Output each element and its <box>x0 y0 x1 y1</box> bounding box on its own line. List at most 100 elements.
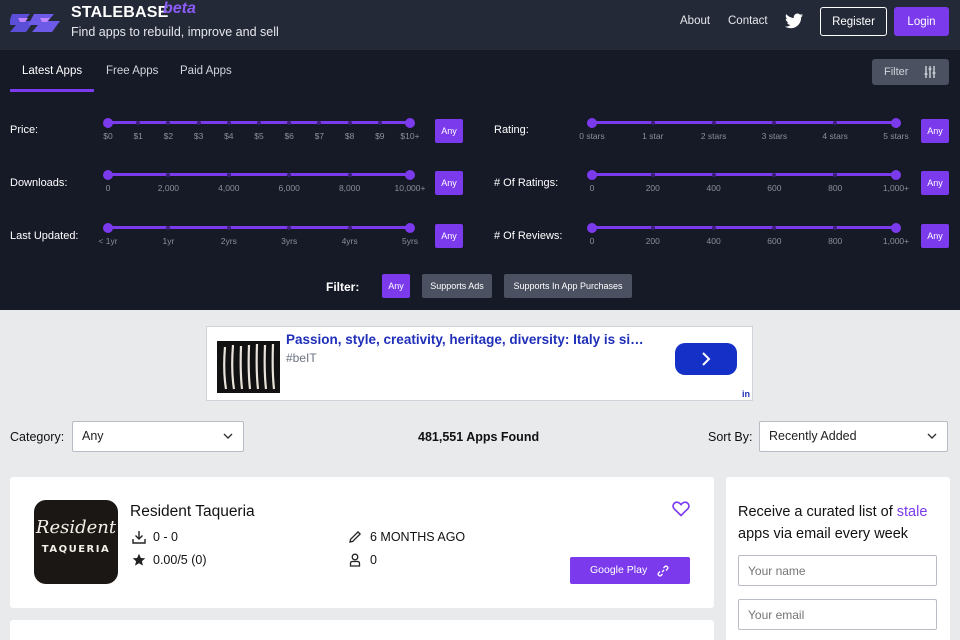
tab-paid-apps[interactable]: Paid Apps <box>180 65 232 92</box>
rating-min-handle[interactable] <box>587 117 597 128</box>
slider-tick-label: 600 <box>767 236 782 246</box>
updated-value: 6 MONTHS AGO <box>370 530 466 544</box>
slider-step-dot <box>833 172 838 177</box>
app-card-next[interactable] <box>10 620 714 640</box>
slider-tick-label: < 1yr <box>98 236 118 246</box>
newsletter-text-end: apps via email every week <box>738 526 909 542</box>
num-reviews-slider-track[interactable] <box>592 226 896 229</box>
app-card[interactable]: Resident TAQUERIA Resident Taqueria 0 - … <box>10 477 714 608</box>
num-reviews-min-handle[interactable] <box>587 222 597 233</box>
slider-tick-label: 4yrs <box>341 236 358 246</box>
email-input[interactable] <box>738 599 937 630</box>
sort-select[interactable]: Recently Added <box>759 421 948 452</box>
slider-tick-label: 4,000 <box>218 183 240 193</box>
price-any-button[interactable]: Any <box>435 119 463 143</box>
app-logo[interactable]: Resident TAQUERIA <box>34 500 118 584</box>
filter-chip-any[interactable]: Any <box>382 274 410 298</box>
downloads-slider-track[interactable] <box>108 173 410 176</box>
slider-tick-label: 200 <box>645 183 660 193</box>
ad-banner[interactable]: Passion, style, creativity, heritage, di… <box>206 326 753 401</box>
login-button[interactable]: Login <box>894 7 949 36</box>
slider-step-dot <box>347 120 352 125</box>
tab-latest-apps[interactable]: Latest Apps <box>10 65 95 92</box>
top-header: STALEBASE beta Find apps to rebuild, imp… <box>0 0 960 50</box>
slider-tick-label: 0 <box>105 183 111 193</box>
category-label: Category: <box>10 430 65 444</box>
slider-step-dot <box>347 225 352 230</box>
slider-tick-label: 800 <box>828 236 843 246</box>
slider-tick-label: 8,000 <box>338 183 361 193</box>
newsletter-panel: Receive a curated list of stale apps via… <box>726 477 950 640</box>
last-updated-max-handle[interactable] <box>405 222 415 233</box>
filter-toggle-button[interactable]: Filter <box>872 59 949 85</box>
nav-about[interactable]: About <box>680 15 710 27</box>
star-icon <box>132 553 146 566</box>
downloads-max-handle[interactable] <box>405 169 415 180</box>
filter-panel: Latest Apps Free Apps Paid Apps Filter P… <box>0 50 960 310</box>
developer-meta: 0 <box>348 553 448 569</box>
download-icon <box>132 531 146 544</box>
last-updated-label: Last Updated: <box>10 230 79 242</box>
developer-value: 0 <box>370 553 377 567</box>
user-icon <box>349 553 361 567</box>
slider-step-dot <box>377 120 382 125</box>
slider-step-dot <box>711 225 716 230</box>
slider-tick-label: 10,000+ <box>394 183 426 193</box>
slider-step-dot <box>226 225 231 230</box>
slider-step-dot <box>650 120 655 125</box>
last-updated-any-button[interactable]: Any <box>435 224 463 248</box>
num-reviews-max-handle[interactable] <box>891 222 901 233</box>
price-max-handle[interactable] <box>405 117 415 128</box>
num-ratings-slider-track[interactable] <box>592 173 896 176</box>
slider-step-dot <box>287 120 292 125</box>
ad-next-button[interactable] <box>675 343 737 375</box>
slider-step-dot <box>711 172 716 177</box>
app-name[interactable]: Resident Taqueria <box>130 503 255 521</box>
filter-chip-supports-ads[interactable]: Supports Ads <box>422 274 492 298</box>
rating-any-button[interactable]: Any <box>921 119 949 143</box>
slider-tick-label: 5 stars <box>883 131 909 141</box>
slider-step-dot <box>166 172 171 177</box>
tab-free-apps[interactable]: Free Apps <box>106 65 158 92</box>
num-ratings-any-button[interactable]: Any <box>921 171 949 195</box>
brand-name[interactable]: STALEBASE <box>71 4 169 22</box>
slider-tick-label: $10+ <box>400 131 420 141</box>
ad-image[interactable] <box>217 341 280 393</box>
slider-step-dot <box>772 225 777 230</box>
filter-button-label: Filter <box>884 66 909 78</box>
last-updated-min-handle[interactable] <box>103 222 113 233</box>
rating-value: 0.00/5 (0) <box>153 553 207 567</box>
slider-tick-label: 2,000 <box>157 183 180 193</box>
filter-chip-in-app-purchases[interactable]: Supports In App Purchases <box>504 274 632 298</box>
heart-icon[interactable] <box>672 501 690 517</box>
register-button[interactable]: Register <box>820 7 887 36</box>
last-updated-slider-track[interactable] <box>108 226 410 229</box>
ad-title[interactable]: Passion, style, creativity, heritage, di… <box>286 332 644 347</box>
rating-label: Rating: <box>494 124 529 136</box>
slider-tick-label: 1 star <box>642 131 664 141</box>
slider-step-dot <box>287 172 292 177</box>
price-min-handle[interactable] <box>103 117 113 128</box>
app-logo-word: TAQUERIA <box>41 544 111 555</box>
rating-slider-track[interactable] <box>592 121 896 124</box>
num-ratings-max-handle[interactable] <box>891 169 901 180</box>
nav-contact[interactable]: Contact <box>728 15 768 27</box>
twitter-icon[interactable] <box>785 13 803 29</box>
slider-tick-label: 1,000+ <box>882 183 910 193</box>
slider-tick-label: 0 stars <box>579 131 605 141</box>
category-select[interactable]: Any <box>72 421 244 452</box>
slider-tick-label: 1yr <box>162 236 175 246</box>
downloads-min-handle[interactable] <box>103 169 113 180</box>
slider-step-dot <box>833 225 838 230</box>
stalebase-logo-icon[interactable] <box>10 10 62 36</box>
slider-tick-label: 600 <box>767 183 782 193</box>
slider-tick-label: 6,000 <box>278 183 300 193</box>
downloads-any-button[interactable]: Any <box>435 171 463 195</box>
num-ratings-min-handle[interactable] <box>587 169 597 180</box>
slider-step-dot <box>226 172 231 177</box>
rating-max-handle[interactable] <box>891 117 901 128</box>
google-play-button[interactable]: Google Play <box>570 557 690 584</box>
name-input[interactable] <box>738 555 937 586</box>
num-reviews-label: # Of Reviews: <box>494 230 563 242</box>
num-reviews-any-button[interactable]: Any <box>921 224 949 248</box>
